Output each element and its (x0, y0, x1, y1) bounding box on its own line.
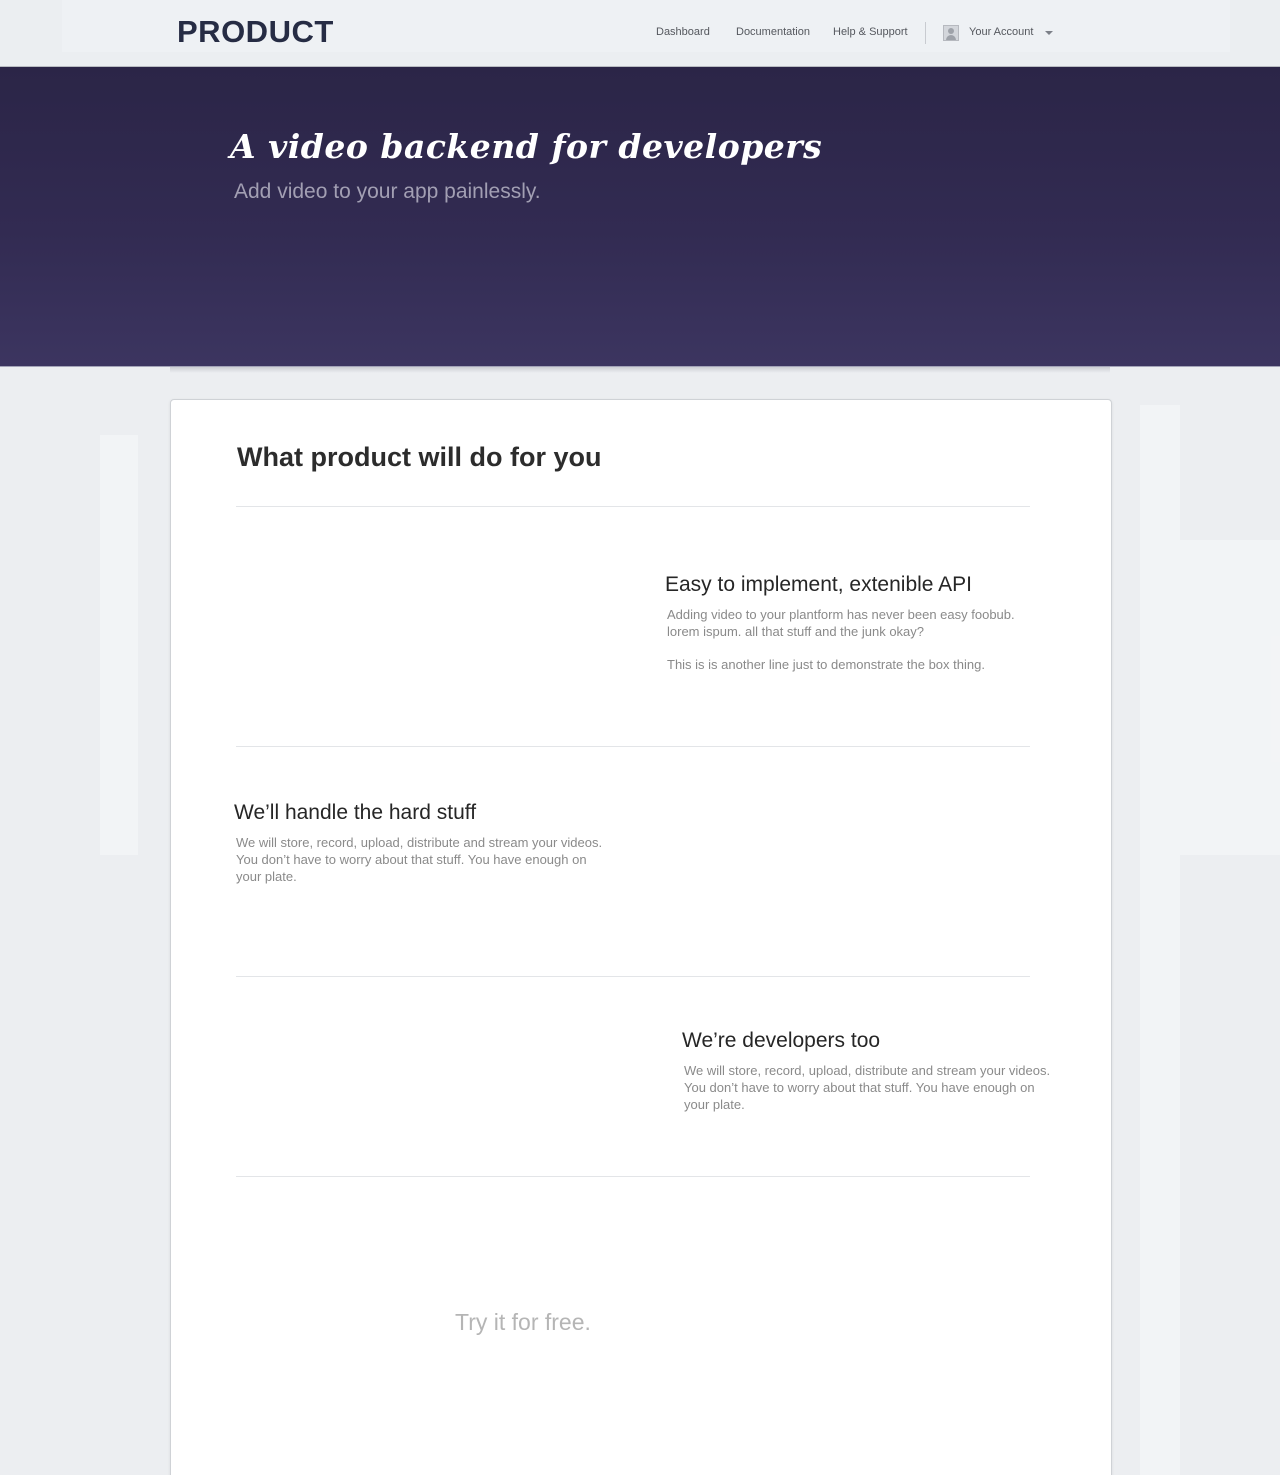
chevron-down-icon[interactable] (1045, 31, 1053, 35)
nav-link-documentation[interactable]: Documentation (736, 26, 810, 38)
brand-logo[interactable]: PRODUCT (177, 14, 334, 50)
section-divider (236, 1176, 1030, 1177)
nav-divider (925, 22, 926, 44)
feature-easy-api: Easy to implement, extenible API Adding … (665, 573, 1025, 673)
feature-title: Easy to implement, extenible API (665, 573, 972, 596)
section-divider (236, 976, 1030, 977)
feature-description: We will store, record, upload, distribut… (236, 835, 603, 884)
background-panel (1140, 405, 1180, 1475)
hero-title: A video backend for developers (230, 127, 823, 166)
top-navigation-bar: PRODUCT Dashboard Documentation Help & S… (0, 0, 1280, 67)
account-menu[interactable]: Your Account (969, 26, 1033, 38)
feature-description: Adding video to your plantform has never… (667, 607, 1015, 639)
background-panel (1180, 540, 1280, 855)
feature-title: We’ll handle the hard stuff (234, 801, 477, 824)
section-divider (236, 746, 1030, 747)
nav-link-dashboard[interactable]: Dashboard (656, 26, 710, 38)
main-content-card: What product will do for you Easy to imp… (170, 399, 1112, 1475)
section-divider (236, 506, 1030, 507)
hero-subtitle: Add video to your app painlessly. (234, 180, 541, 203)
feature-description: We will store, record, upload, distribut… (684, 1063, 1051, 1112)
user-avatar-icon[interactable] (943, 25, 959, 41)
hero-banner: A video backend for developers Add video… (0, 67, 1280, 367)
section-title: What product will do for you (237, 442, 602, 472)
feature-title: We’re developers too (682, 1029, 881, 1052)
try-free-link[interactable]: Try it for free. (455, 1309, 591, 1336)
feature-hard-stuff: We’ll handle the hard stuff We will stor… (234, 801, 609, 885)
feature-developers-too: We’re developers too We will store, reco… (682, 1029, 1057, 1113)
feature-description: This is is another line just to demonstr… (667, 657, 985, 672)
nav-link-help-support[interactable]: Help & Support (833, 26, 908, 38)
background-panel (100, 435, 138, 855)
hero-shadow (170, 367, 1110, 373)
